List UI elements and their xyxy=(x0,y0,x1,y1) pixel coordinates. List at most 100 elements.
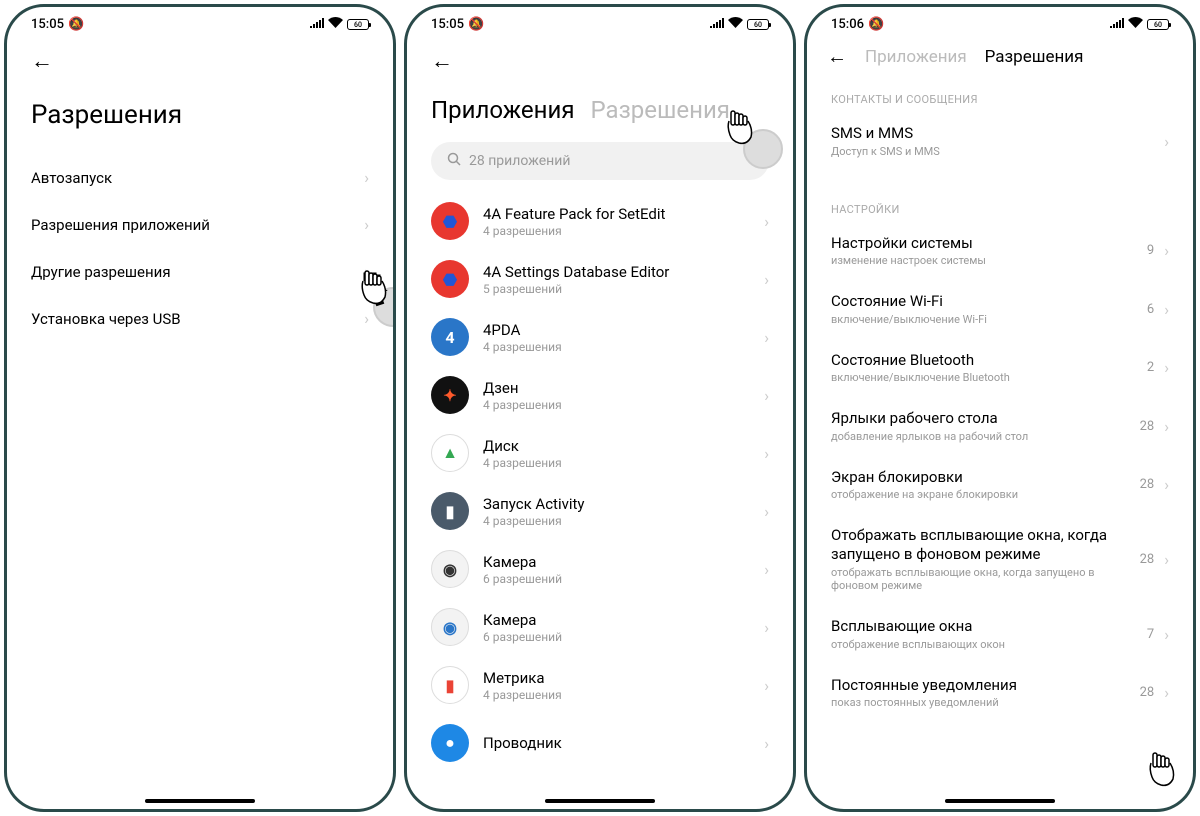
perm-row[interactable]: Постоянные уведомления показ постоянных … xyxy=(807,664,1193,723)
app-icon: ⬣ xyxy=(431,202,469,240)
home-indicator[interactable] xyxy=(145,799,255,803)
app-name: Дзен xyxy=(483,379,750,397)
perm-title: Настройки системы xyxy=(831,234,1137,253)
app-name: 4A Settings Database Editor xyxy=(483,263,750,281)
header: ← Приложения Разрешения xyxy=(807,36,1193,79)
app-row[interactable]: ◉ Камера 6 разрешений › xyxy=(407,598,793,656)
chevron-right-icon: › xyxy=(764,212,769,231)
app-row[interactable]: ▮ Метрика 4 разрешения › xyxy=(407,656,793,714)
dnd-icon: 🔕 xyxy=(468,17,484,32)
statusbar: 15:05 🔕 60 xyxy=(7,7,393,36)
chevron-right-icon: › xyxy=(1164,683,1169,702)
perm-row[interactable]: Отображать всплывающие окна, когда запущ… xyxy=(807,514,1193,605)
app-icon: ◉ xyxy=(431,550,469,588)
app-name: Камера xyxy=(483,611,750,629)
perm-title: Всплывающие окна xyxy=(831,617,1137,636)
back-button[interactable]: ← xyxy=(427,44,457,78)
app-sub: 4 разрешения xyxy=(483,224,750,238)
app-row[interactable]: 4 4PDA 4 разрешения › xyxy=(407,308,793,366)
perm-row[interactable]: Экран блокировки отображение на экране б… xyxy=(807,456,1193,515)
search-bar[interactable]: 28 приложений xyxy=(431,142,769,180)
app-icon: ▮ xyxy=(431,666,469,704)
chevron-right-icon: › xyxy=(364,262,369,281)
battery-icon: 60 xyxy=(1147,19,1169,30)
dnd-icon: 🔕 xyxy=(68,17,84,32)
perm-row[interactable]: Состояние Bluetooth включение/выключение… xyxy=(807,339,1193,398)
perm-sub: отображать всплывающие окна, когда запущ… xyxy=(831,566,1130,594)
perm-sub: отображение всплывающих окон xyxy=(831,638,1137,652)
home-indicator[interactable] xyxy=(945,799,1055,803)
chevron-right-icon: › xyxy=(1164,358,1169,377)
tab-permissions[interactable]: Разрешения xyxy=(985,47,1084,67)
row-label: Автозапуск xyxy=(31,169,364,187)
perm-title: SMS и MMS xyxy=(831,124,1154,143)
perm-row[interactable]: Состояние Wi-Fi включение/выключение Wi-… xyxy=(807,280,1193,339)
app-row[interactable]: ✦ Дзен 4 разрешения › xyxy=(407,366,793,424)
row-label: Установка через USB xyxy=(31,310,364,328)
back-button[interactable]: ← xyxy=(27,44,57,78)
row-usb-install[interactable]: Установка через USB › xyxy=(7,295,393,342)
statusbar: 15:06 🔕 60 xyxy=(807,7,1193,36)
app-row[interactable]: ● Проводник › xyxy=(407,714,793,772)
signal-icon xyxy=(310,17,324,32)
app-row[interactable]: ▲ Диск 4 разрешения › xyxy=(407,424,793,482)
app-row[interactable]: ◉ Камера 6 разрешений › xyxy=(407,540,793,598)
row-app-permissions[interactable]: Разрешения приложений › xyxy=(7,201,393,248)
signal-icon xyxy=(1110,17,1124,32)
chevron-right-icon: › xyxy=(1164,625,1169,644)
chevron-right-icon: › xyxy=(764,618,769,637)
app-sub: 4 разрешения xyxy=(483,514,750,528)
row-other-permissions[interactable]: Другие разрешения › xyxy=(7,248,393,295)
tabs: Приложения Разрешения xyxy=(407,82,793,134)
chevron-right-icon: › xyxy=(764,560,769,579)
app-name: Диск xyxy=(483,437,750,455)
app-sub: 6 разрешений xyxy=(483,572,750,586)
perm-count: 28 xyxy=(1140,477,1155,492)
tab-apps[interactable]: Приложения xyxy=(431,96,575,124)
app-icon: ◉ xyxy=(431,608,469,646)
app-row[interactable]: ⬣ 4A Feature Pack for SetEdit 4 разрешен… xyxy=(407,192,793,250)
chevron-right-icon: › xyxy=(1164,241,1169,260)
home-indicator[interactable] xyxy=(545,799,655,803)
perm-sub: включение/выключение Bluetooth xyxy=(831,371,1137,385)
app-name: 4PDA xyxy=(483,321,750,339)
perm-title: Ярлыки рабочего стола xyxy=(831,409,1130,428)
perm-count: 28 xyxy=(1140,685,1155,700)
chevron-right-icon: › xyxy=(764,676,769,695)
chevron-right-icon: › xyxy=(764,328,769,347)
search-icon xyxy=(447,152,461,170)
tab-apps[interactable]: Приложения xyxy=(865,47,967,67)
search-placeholder: 28 приложений xyxy=(469,153,570,169)
row-autostart[interactable]: Автозапуск › xyxy=(7,154,393,201)
perm-title: Отображать всплывающие окна, когда запущ… xyxy=(831,526,1130,564)
tab-permissions[interactable]: Разрешения xyxy=(591,96,730,124)
status-time: 15:05 xyxy=(431,17,464,32)
phone-screen-3: 15:06 🔕 60 ← Приложения Разрешения КОНТА… xyxy=(804,4,1196,812)
perm-count: 9 xyxy=(1147,243,1154,258)
wifi-icon xyxy=(328,17,343,32)
app-sub: 4 разрешения xyxy=(483,398,750,412)
row-label: Другие разрешения xyxy=(31,263,364,281)
app-sub: 5 разрешений xyxy=(483,282,750,296)
chevron-right-icon: › xyxy=(364,309,369,328)
app-name: Проводник xyxy=(483,734,750,752)
app-row[interactable]: ⬣ 4A Settings Database Editor 5 разрешен… xyxy=(407,250,793,308)
apps-list[interactable]: ⬣ 4A Feature Pack for SetEdit 4 разрешен… xyxy=(407,192,793,809)
status-time: 15:06 xyxy=(831,17,864,32)
perm-row[interactable]: Ярлыки рабочего стола добавление ярлыков… xyxy=(807,397,1193,456)
perm-sub: показ постоянных уведомлений xyxy=(831,696,1130,710)
wifi-icon xyxy=(1128,17,1143,32)
chevron-right-icon: › xyxy=(1164,417,1169,436)
perm-row[interactable]: Всплывающие окна отображение всплывающих… xyxy=(807,605,1193,664)
wifi-icon xyxy=(728,17,743,32)
app-name: 4A Feature Pack for SetEdit xyxy=(483,205,750,223)
perm-sms[interactable]: SMS и MMS Доступ к SMS и MMS › xyxy=(807,112,1193,171)
chevron-right-icon: › xyxy=(364,215,369,234)
app-row[interactable]: ▮ Запуск Activity 4 разрешения › xyxy=(407,482,793,540)
perm-row[interactable]: Настройки системы изменение настроек сис… xyxy=(807,222,1193,281)
content[interactable]: КОНТАКТЫ И СООБЩЕНИЯ SMS и MMS Доступ к … xyxy=(807,79,1193,809)
status-time: 15:05 xyxy=(31,17,64,32)
app-icon: 4 xyxy=(431,318,469,356)
phone-screen-2: 15:05 🔕 60 ← Приложения Разрешения 28 пр… xyxy=(404,4,796,812)
back-button[interactable]: ← xyxy=(827,44,847,69)
